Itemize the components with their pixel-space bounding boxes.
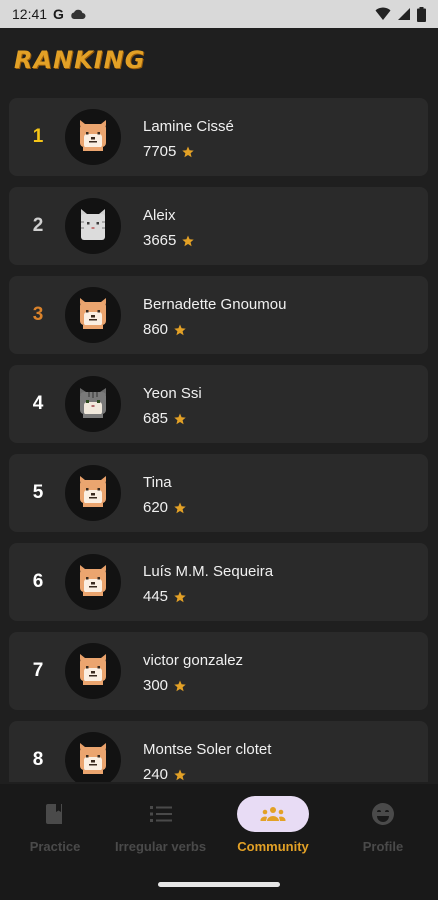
list-icon bbox=[149, 806, 172, 822]
ranking-row[interactable]: 5 Tina 620 bbox=[9, 454, 428, 532]
user-score: 620 bbox=[143, 499, 169, 516]
user-name: Montse Soler clotet bbox=[143, 741, 272, 758]
ranking-row[interactable]: 4 Yeon Ssi 685 bbox=[9, 365, 428, 443]
ranking-row[interactable]: 6 Luís M.M. Sequeira 445 bbox=[9, 543, 428, 621]
nav-label-profile: Profile bbox=[362, 839, 404, 854]
nav-profile[interactable]: Profile bbox=[347, 796, 419, 856]
battery-icon bbox=[417, 6, 426, 22]
star-icon bbox=[174, 502, 186, 513]
rank-number: 5 bbox=[32, 482, 44, 503]
user-score: 860 bbox=[143, 321, 169, 338]
avatar bbox=[65, 732, 121, 782]
rank-number: 1 bbox=[32, 126, 44, 147]
shiba-icon bbox=[80, 476, 106, 507]
status-time: 12:41 bbox=[12, 6, 48, 22]
star-icon bbox=[174, 769, 186, 780]
shiba-icon bbox=[80, 298, 106, 329]
star-icon bbox=[182, 235, 195, 246]
nav-active-indicator bbox=[237, 796, 309, 832]
cloud-icon bbox=[71, 9, 86, 19]
avatar bbox=[65, 465, 121, 521]
user-score: 3665 bbox=[143, 232, 177, 249]
ranking-row[interactable]: 3 Bernadette Gnoumou 860 bbox=[9, 276, 428, 354]
group-icon bbox=[260, 807, 286, 821]
star-icon bbox=[174, 680, 186, 691]
nav-label-community: Community bbox=[237, 839, 309, 854]
shiba-icon bbox=[80, 743, 106, 774]
nav-community[interactable]: Community bbox=[237, 796, 309, 856]
nav-label-irregular-verbs: Irregular verbs bbox=[115, 839, 207, 854]
home-indicator[interactable] bbox=[158, 882, 280, 887]
user-score: 300 bbox=[143, 677, 169, 694]
avatar bbox=[65, 376, 121, 432]
star-icon bbox=[174, 324, 186, 335]
status-bar: 12:41 G bbox=[0, 0, 438, 28]
rank-number: 3 bbox=[32, 304, 44, 325]
ranking-row[interactable]: 7 victor gonzalez 300 bbox=[9, 632, 428, 710]
avatar bbox=[65, 287, 121, 343]
nav-practice[interactable]: Practice bbox=[19, 796, 91, 856]
user-score: 7705 bbox=[143, 143, 177, 160]
page-title: RANKING bbox=[14, 46, 146, 74]
star-icon bbox=[182, 146, 195, 157]
ranking-row[interactable]: 2 Aleix 3665 bbox=[9, 187, 428, 265]
avatar bbox=[65, 198, 121, 254]
ranking-row[interactable]: 1 Lamine Cissé 7705 bbox=[9, 98, 428, 176]
user-name: Aleix bbox=[143, 207, 176, 224]
rank-number: 6 bbox=[32, 571, 44, 592]
rank-number: 2 bbox=[32, 215, 44, 236]
star-icon bbox=[174, 413, 186, 424]
user-name: Lamine Cissé bbox=[143, 118, 234, 135]
profile-icon bbox=[372, 803, 394, 825]
book-icon bbox=[46, 804, 62, 824]
user-score: 685 bbox=[143, 410, 169, 427]
avatar bbox=[65, 109, 121, 165]
user-score: 445 bbox=[143, 588, 169, 605]
google-icon: G bbox=[53, 6, 64, 22]
avatar bbox=[65, 554, 121, 610]
avatar bbox=[65, 643, 121, 699]
ranking-list[interactable]: 1 Lamine Cissé 7705 2 Aleix 3665 3 Berna… bbox=[0, 98, 438, 782]
signal-icon bbox=[398, 8, 410, 20]
white-cat-icon bbox=[80, 208, 106, 241]
ranking-row[interactable]: 8 Montse Soler clotet 240 bbox=[9, 721, 428, 782]
star-icon bbox=[174, 591, 186, 602]
user-name: victor gonzalez bbox=[143, 652, 244, 669]
tabby-cat-icon bbox=[79, 387, 107, 419]
user-name: Luís M.M. Sequeira bbox=[143, 563, 274, 580]
user-name: Yeon Ssi bbox=[143, 385, 202, 402]
rank-number: 8 bbox=[32, 749, 44, 770]
shiba-icon bbox=[80, 120, 106, 151]
shiba-icon bbox=[80, 565, 106, 596]
user-name: Bernadette Gnoumou bbox=[143, 296, 287, 313]
rank-number: 4 bbox=[32, 393, 44, 414]
user-score: 240 bbox=[143, 766, 169, 782]
nav-irregular-verbs[interactable]: Irregular verbs bbox=[115, 796, 206, 856]
user-name: Tina bbox=[143, 474, 172, 491]
nav-label-practice: Practice bbox=[29, 839, 81, 854]
wifi-icon bbox=[375, 7, 391, 20]
shiba-icon bbox=[80, 654, 106, 685]
rank-number: 7 bbox=[32, 660, 44, 681]
